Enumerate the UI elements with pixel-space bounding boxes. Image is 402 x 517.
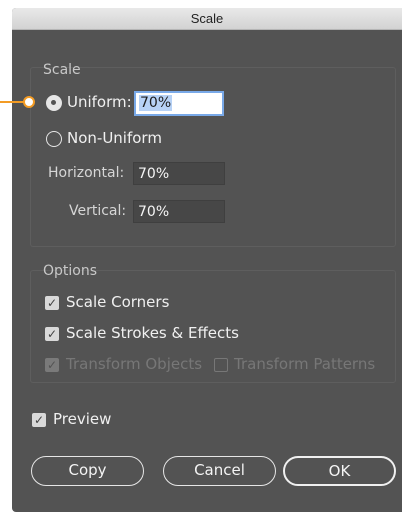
scale-corners-label[interactable]: Scale Corners <box>66 293 169 311</box>
non-uniform-radio[interactable] <box>46 131 62 147</box>
vertical-scale-input[interactable]: 70% <box>133 200 225 223</box>
uniform-scale-value: 70% <box>139 95 173 111</box>
window-title: Scale <box>190 11 224 26</box>
non-uniform-label[interactable]: Non-Uniform <box>67 129 162 147</box>
transform-patterns-checkbox <box>214 358 228 372</box>
ok-button[interactable]: OK <box>283 456 396 486</box>
horizontal-label: Horizontal: <box>48 165 125 181</box>
callout-marker-icon <box>23 96 35 108</box>
transform-objects-label: Transform Objects <box>66 355 203 373</box>
uniform-radio[interactable] <box>46 95 62 111</box>
scale-dialog: Scale Scale Uniform: 70% Non-Uniform Hor… <box>12 8 402 512</box>
scale-strokes-checkbox[interactable]: ✓ <box>45 327 59 341</box>
preview-label[interactable]: Preview <box>53 410 111 428</box>
uniform-scale-input[interactable]: 70% <box>134 91 224 116</box>
scale-group-label: Scale <box>43 62 81 78</box>
callout-line <box>0 101 24 103</box>
transform-patterns-label: Transform Patterns <box>234 355 376 373</box>
preview-checkbox[interactable]: ✓ <box>32 413 46 427</box>
vertical-label: Vertical: <box>69 203 127 219</box>
title-bar[interactable]: Scale <box>12 8 402 30</box>
cancel-button[interactable]: Cancel <box>163 456 276 486</box>
horizontal-scale-input[interactable]: 70% <box>133 162 225 185</box>
scale-strokes-label[interactable]: Scale Strokes & Effects <box>66 324 239 342</box>
options-group-label: Options <box>43 263 98 279</box>
copy-button[interactable]: Copy <box>31 456 144 486</box>
scale-corners-checkbox[interactable]: ✓ <box>45 296 59 310</box>
uniform-label[interactable]: Uniform: <box>67 93 132 111</box>
transform-objects-checkbox: ✓ <box>45 358 59 372</box>
